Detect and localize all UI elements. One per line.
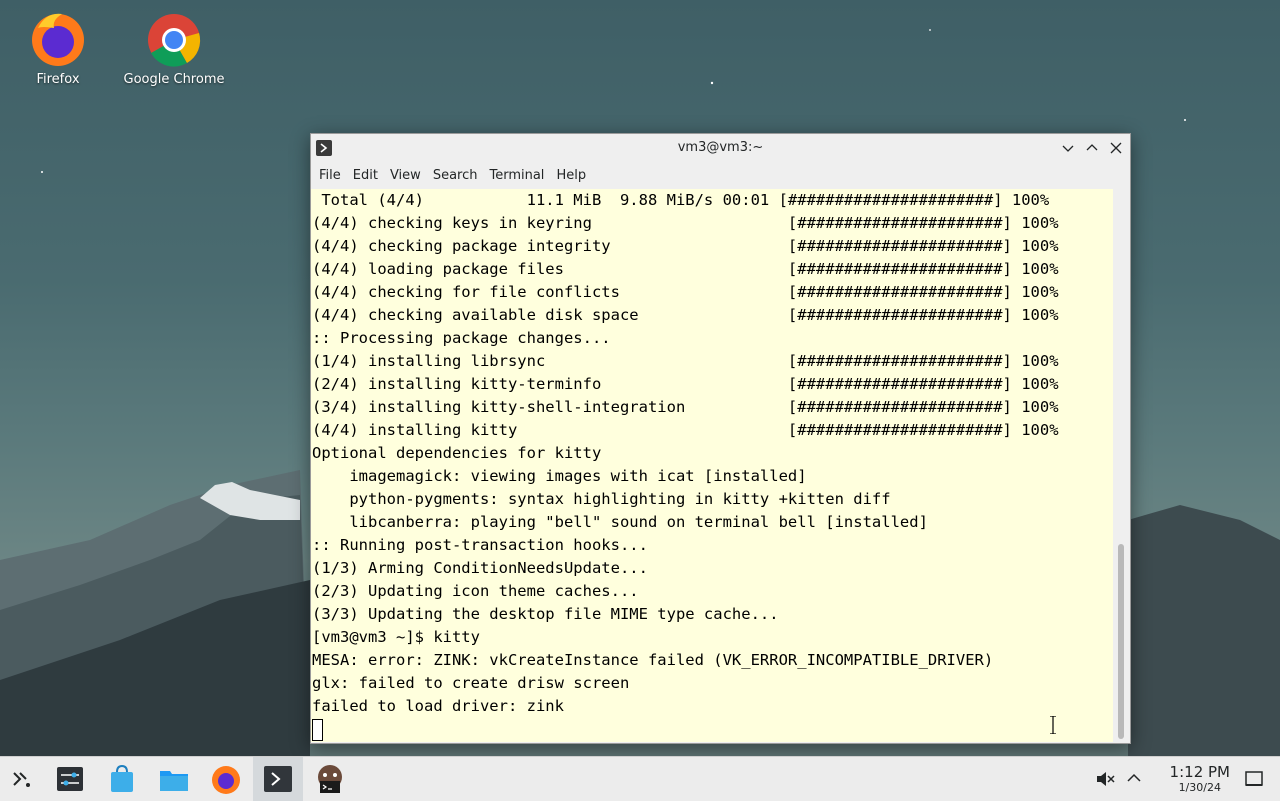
terminal-line: MESA: error: ZINK: vkCreateInstance fail… [312,651,994,669]
discover-store-icon[interactable] [106,763,138,795]
terminal-line: (3/3) Updating the desktop file MIME typ… [312,605,779,623]
terminal-line: glx: failed to create drisw screen [312,674,630,692]
volume-muted-icon[interactable] [1094,768,1116,790]
terminal-line: (4/4) checking for file conflicts [#####… [312,283,1059,301]
terminal-line: (4/4) checking package integrity [######… [312,237,1059,255]
terminal-line: (4/4) loading package files [###########… [312,260,1059,278]
xterm-icon[interactable] [314,763,346,795]
scrollbar-thumb[interactable] [1118,544,1124,739]
terminal-line: (4/4) installing kitty [################… [312,421,1059,439]
terminal-line: (1/3) Arming ConditionNeedsUpdate... [312,559,648,577]
menu-search[interactable]: Search [427,168,484,183]
terminal-line: (4/4) checking keys in keyring [########… [312,214,1059,232]
terminal-line: :: Running post-transaction hooks... [312,536,648,554]
konsole-icon[interactable] [262,763,294,795]
scrollbar[interactable] [1113,189,1129,742]
terminal-output[interactable]: Total (4/4) 11.1 MiB 9.88 MiB/s 00:01 [#… [311,189,1113,742]
terminal-line: libcanberra: playing "bell" sound on ter… [312,513,928,531]
terminal-line: (4/4) checking available disk space [###… [312,306,1059,324]
terminal-lines: Total (4/4) 11.1 MiB 9.88 MiB/s 00:01 [#… [311,189,1113,718]
firefox-icon [28,8,88,68]
maximize-button[interactable] [1083,139,1101,157]
window-title: vm3@vm3:~ [677,140,764,155]
terminal-line: :: Processing package changes... [312,329,611,347]
application-launcher-icon[interactable] [6,763,38,795]
terminal-line: Total (4/4) 11.1 MiB 9.88 MiB/s 00:01 [#… [312,191,1050,209]
menubar: File Edit View Search Terminal Help [311,162,1130,188]
taskbar: 1:12 PM 1/30/24 [0,756,1280,801]
menu-help[interactable]: Help [550,168,592,183]
desktop-icon-label: Firefox [36,72,80,87]
clock-time: 1:12 PM [1169,763,1230,781]
terminal-line: (2/3) Updating icon theme caches... [312,582,639,600]
tray-expand-chevron-icon[interactable] [1124,768,1144,788]
menu-view[interactable]: View [384,168,427,183]
close-button[interactable] [1107,139,1125,157]
terminal-line: (1/4) installing librsync [#############… [312,352,1059,370]
window-titlebar[interactable]: vm3@vm3:~ [311,134,1130,162]
menu-file[interactable]: File [313,168,347,183]
terminal-window[interactable]: vm3@vm3:~ File Edit View Search Terminal… [310,133,1131,744]
desktop-icon-label: Google Chrome [123,72,225,87]
terminal-line: python-pygments: syntax highlighting in … [312,490,891,508]
settings-icon[interactable] [54,763,86,795]
firefox-icon[interactable] [210,763,242,795]
terminal-line: [vm3@vm3 ~]$ kitty [312,628,480,646]
desktop-icon-google-chrome[interactable]: Google Chrome [119,8,229,87]
file-manager-icon[interactable] [158,763,190,795]
menu-terminal[interactable]: Terminal [483,168,550,183]
terminal-line: (2/4) installing kitty-terminfo [#######… [312,375,1059,393]
minimize-button[interactable] [1059,139,1077,157]
terminal-line: Optional dependencies for kitty [312,444,602,462]
terminal-line: imagemagick: viewing images with icat [i… [312,467,807,485]
text-cursor [312,719,323,741]
clock-date: 1/30/24 [1178,781,1221,794]
show-desktop-icon[interactable] [1244,769,1264,789]
desktop-icon-firefox[interactable]: Firefox [3,8,113,87]
chrome-icon [144,8,204,68]
ibeam-cursor-icon [1050,716,1056,734]
terminal-line: (3/4) installing kitty-shell-integration… [312,398,1059,416]
terminal-line: failed to load driver: zink [312,697,564,715]
clock[interactable]: 1:12 PM 1/30/24 [1170,763,1230,794]
menu-edit[interactable]: Edit [347,168,384,183]
